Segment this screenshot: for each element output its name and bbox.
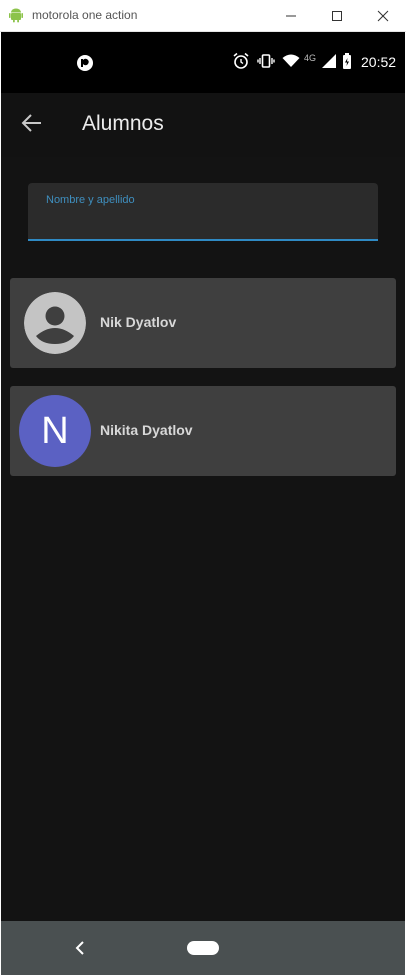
navigation-bar: [1, 921, 405, 975]
avatar: [24, 292, 86, 354]
window-titlebar: motorola one action: [0, 0, 406, 32]
nav-home-button[interactable]: [187, 941, 219, 955]
search-label: Nombre y apellido: [46, 194, 135, 206]
status-bar: 4G 20:52: [1, 32, 405, 93]
maximize-icon: [332, 10, 342, 21]
device-screen: 4G 20:52 Alumnos Nombre y apellido Nik D…: [1, 32, 405, 975]
search-input[interactable]: [44, 211, 366, 235]
search-field[interactable]: Nombre y apellido: [28, 183, 378, 241]
close-button[interactable]: [360, 0, 406, 31]
alarm-icon: [233, 52, 249, 69]
maximize-button[interactable]: [314, 0, 360, 31]
wifi-icon: [282, 54, 300, 67]
avatar: N: [19, 395, 91, 467]
vibrate-icon: [257, 54, 275, 68]
window-title: motorola one action: [32, 8, 138, 22]
default-person-icon: [24, 292, 86, 354]
page-title: Alumnos: [82, 112, 164, 135]
student-card[interactable]: N Nikita Dyatlov: [10, 386, 396, 476]
app-bar: Alumnos: [1, 93, 405, 157]
back-arrow-icon[interactable]: [19, 110, 45, 136]
minimize-icon: [286, 15, 296, 16]
nav-back-icon[interactable]: [71, 938, 91, 958]
android-icon: [9, 8, 23, 23]
student-card[interactable]: Nik Dyatlov: [10, 278, 396, 368]
signal-icon: [322, 54, 336, 68]
student-name: Nik Dyatlov: [100, 314, 177, 330]
student-name: Nikita Dyatlov: [100, 422, 193, 438]
status-clock: 20:52: [361, 54, 397, 70]
battery-icon: [343, 53, 351, 69]
network-type-label: 4G: [304, 53, 317, 63]
minimize-button[interactable]: [268, 0, 314, 31]
close-icon: [377, 10, 389, 21]
notification-app-icon: [77, 55, 93, 71]
